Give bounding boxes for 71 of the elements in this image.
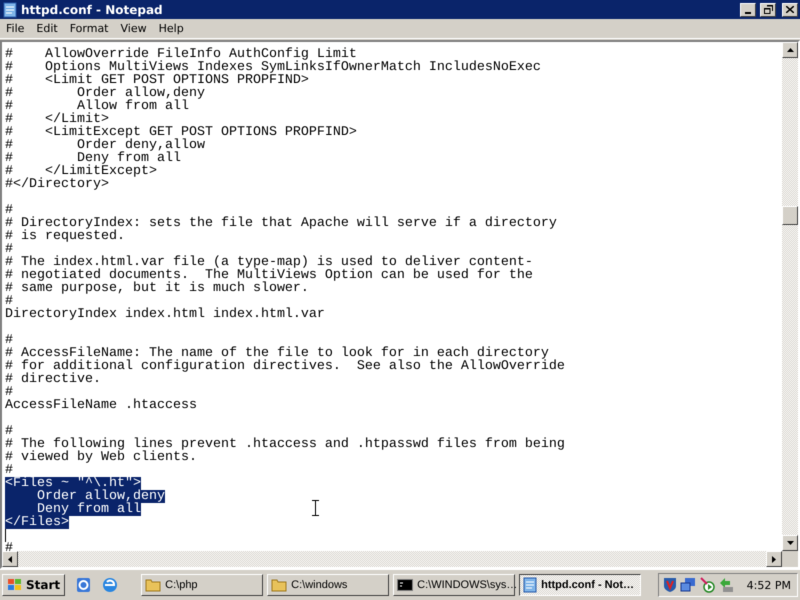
taskbar-button[interactable]: C:\windows [267,574,390,596]
code-line: # is requested. [5,230,125,243]
code-line: # Options MultiViews Indexes SymLinksIfOwnerMatch IncludesNoExec [5,61,541,74]
shield-icon[interactable] [662,577,677,593]
close-icon [786,6,794,13]
code-line: # DirectoryIndex: sets the file that Apache will serve if a directory [5,217,557,230]
code-line: DirectoryIndex index.html index.html.var [5,308,325,321]
code-line: # Order deny,allow [5,139,205,152]
browser-icon[interactable] [101,576,120,594]
code-line: # [5,204,13,217]
code-line: # for additional configuration directives. See also the AllowOverride [5,360,565,373]
start-button[interactable]: Start [2,574,66,596]
code-line: # <Limit GET POST OPTIONS PROPFIND> [5,74,309,87]
code-line: # The index.html.var file (a type-map) is used to deliver content- [5,256,533,269]
code-line: # directive. [5,373,101,386]
minimize-button[interactable] [740,2,756,16]
code-line: # [5,425,13,438]
code-line: # same purpose, but it is much slower. [5,282,309,295]
scroll-thumb[interactable] [782,206,798,225]
text-editor[interactable] [2,42,782,551]
minimize-icon [745,12,751,14]
restore-button[interactable] [760,2,776,16]
scroll-up-button[interactable] [782,42,798,58]
window-title: httpd.conf - Notepad [21,2,164,16]
code-line: # negotiated documents. The MultiViews Option can be used for the [5,269,533,282]
code-line: # Allow from all [5,100,189,113]
close-button[interactable] [782,2,798,16]
code-line: # Deny from all [5,152,181,165]
code-line: # The following lines prevent .htaccess and .htpasswd files from being [5,438,565,451]
scroll-down-button[interactable] [782,535,798,551]
menu-item[interactable]: File [0,22,30,35]
media-icon[interactable] [698,577,715,593]
code-line: # [5,386,13,399]
text-cursor-icon [312,500,319,516]
taskbar-button[interactable]: httpd.conf - Not… [519,574,642,596]
code-line: # AllowOverride FileInfo AuthConfig Limit [5,48,357,61]
down-arrow-icon [786,541,794,545]
horizontal-scrollbar[interactable] [2,551,782,567]
notepad-icon [523,577,538,593]
code-line: # [5,542,13,551]
notepad-icon [3,2,17,18]
scroll-left-button[interactable] [2,551,18,567]
left-arrow-icon [8,556,12,562]
code-line: AccessFileName .htaccess [5,399,197,412]
code-line: # viewed by Web clients. [5,451,197,464]
folder-icon [145,578,162,592]
code-line: # </Limit> [5,113,109,126]
right-arrow-icon [772,556,776,562]
code-line: # [5,334,13,347]
folder-icon [271,578,288,592]
clock: 4:52 PM [746,578,791,592]
menu-item[interactable]: Edit [30,22,64,35]
menu-item[interactable]: Format [64,22,114,35]
scroll-right-button[interactable] [766,551,782,567]
menu-item[interactable]: View [114,22,153,35]
code-line: # Order allow,deny [5,87,205,100]
network-icon[interactable] [680,577,696,593]
code-line: # <LimitExcept GET POST OPTIONS PROPFIND> [5,126,357,139]
code-line: # [5,464,13,477]
up-arrow-icon [786,48,794,52]
code-line: # </LimitExcept> [5,165,157,178]
code-line: # [5,243,13,256]
restore-icon [764,5,772,14]
code-line: # [5,295,13,308]
code-line: #</Directory> [5,178,109,191]
windows-logo-icon [7,578,23,592]
taskbar-button[interactable]: C:\php [141,574,264,596]
code-line: # AccessFileName: The name of the file to look for in each directory [5,347,549,360]
console-icon [397,578,414,592]
menu-item[interactable]: Help [152,22,190,35]
vertical-scrollbar[interactable] [782,42,798,551]
